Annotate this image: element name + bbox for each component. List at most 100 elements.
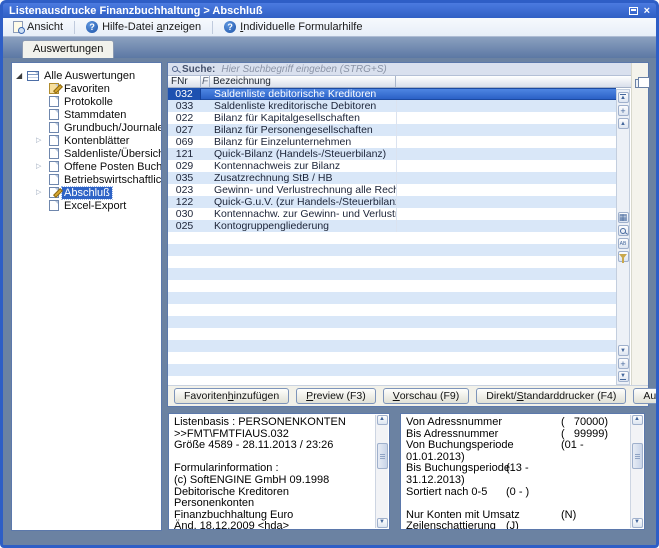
tree-item-protokolle[interactable]: Protokolle [12, 95, 161, 108]
tree-item-grundbuch-journale[interactable]: Grundbuch/Journale [12, 121, 161, 134]
tree-item-label-selected: Abschluß [62, 187, 112, 199]
tree-expand-icon[interactable]: ▷ [36, 162, 41, 170]
cell-fnr: 121 [168, 148, 201, 160]
cell-fnr: 030 [168, 208, 201, 220]
tree-item-label: Grundbuch/Journale [62, 122, 162, 134]
scroll-up-icon[interactable] [377, 415, 388, 425]
tree-item-label: Protokolle [62, 96, 115, 108]
scroll-up-icon[interactable] [618, 118, 629, 129]
tree-item-label: Excel-Export [62, 200, 128, 212]
column-header-empty [396, 76, 631, 87]
favorites-icon [49, 83, 59, 94]
report-tree-panel: ◢ Alle Auswertungen Favoriten Protokolle… [11, 62, 162, 531]
column-header-f[interactable]: F [201, 76, 210, 87]
tree-item-offene-posten-buchhaltung[interactable]: ▷ Offene Posten Buchhaltung [12, 160, 161, 173]
tree-item-alle-auswertungen[interactable]: ◢ Alle Auswertungen [12, 69, 161, 82]
info-line: Personenkonten [174, 498, 384, 510]
report-rows: 032 Saldenliste debitorische Kreditoren … [168, 88, 616, 385]
empty-rows-area [168, 232, 616, 385]
restore-window-icon[interactable] [629, 7, 638, 15]
ansicht-button[interactable]: Ansicht [7, 20, 69, 34]
scrollbar-thumb[interactable] [377, 443, 388, 469]
grid-scrollbar [616, 89, 630, 385]
tree-expand-icon[interactable]: ▷ [36, 188, 41, 196]
sort-alpha-icon[interactable] [618, 238, 629, 249]
table-row[interactable]: 069 Bilanz für Einzelunternehmen [168, 136, 616, 148]
tree-item-saldenliste-uebersicht[interactable]: Saldenliste/Übersicht [12, 147, 161, 160]
zoom-icon[interactable] [618, 225, 629, 236]
search-input[interactable] [219, 63, 489, 76]
favoriten-hinzufuegen-button[interactable]: Favoriten hinzufügen [174, 388, 289, 404]
document-edit-icon [49, 187, 59, 198]
auswertung-drucken-button[interactable]: Auswertung drucken [633, 388, 659, 404]
info-line: Listenbasis : PERSONENKONTEN [174, 417, 384, 429]
cell-bezeichnung: Saldenliste debitorische Kreditoren [210, 88, 396, 100]
table-row[interactable]: 033 Saldenliste kreditorische Debitoren [168, 100, 616, 112]
info-line: Änd. 18.12.2009 <hda> [174, 521, 384, 530]
parameter-info-panel: Von Adressnummer( 70000) Bis Adressnumme… [400, 413, 645, 530]
scroll-page-down-icon[interactable] [618, 358, 629, 369]
scroll-up-icon[interactable] [632, 415, 643, 425]
tree-collapse-icon[interactable]: ◢ [16, 71, 22, 80]
cell-bezeichnung: Zusatzrechnung StB / HB [210, 172, 396, 184]
table-row[interactable]: 027 Bilanz für Personengesellschaften [168, 124, 616, 136]
scroll-to-top-icon[interactable] [618, 92, 629, 103]
toolbar-separator [212, 21, 213, 34]
cell-bezeichnung: Kontennachw. zur Gewinn- und Verlustrech… [210, 208, 396, 220]
tree-item-abschluss[interactable]: ▷ Abschluß [12, 186, 161, 199]
hilfe-datei-label: Hilfe-Datei anzeigen [102, 21, 201, 33]
tree-item-label: Stammdaten [62, 109, 128, 121]
table-row[interactable]: 035 Zusatzrechnung StB / HB [168, 172, 616, 184]
column-chooser-icon[interactable] [635, 79, 645, 88]
document-icon [49, 148, 59, 159]
scrollbar-thumb[interactable] [632, 443, 643, 469]
close-window-icon[interactable]: × [644, 6, 650, 16]
tab-auswertungen[interactable]: Auswertungen [22, 40, 114, 58]
scroll-page-up-icon[interactable] [618, 105, 629, 116]
individuelle-formularhilfe-button[interactable]: Individuelle Formularhilfe [218, 20, 368, 34]
direkt-standarddrucker-button[interactable]: Direkt/Standarddrucker (F4) [476, 388, 626, 404]
table-row[interactable]: 030 Kontennachw. zur Gewinn- und Verlust… [168, 208, 616, 220]
filter-icon[interactable] [618, 251, 629, 262]
preview-button[interactable]: Preview (F3) [296, 388, 376, 404]
table-row[interactable]: 122 Quick-G.u.V. (zur Handels-/Steuerbil… [168, 196, 616, 208]
cell-bezeichnung: Gewinn- und Verlustrechnung alle Rechtsf… [210, 184, 396, 196]
hilfe-datei-anzeigen-button[interactable]: Hilfe-Datei anzeigen [80, 20, 207, 34]
scroll-down-icon[interactable] [377, 518, 388, 528]
cell-bezeichnung: Bilanz für Kapitalgesellschaften [210, 112, 396, 124]
info-left-scrollbar [375, 415, 388, 528]
app-window: Listenausdrucke Finanzbuchhaltung > Absc… [0, 0, 659, 548]
title-bar: Listenausdrucke Finanzbuchhaltung > Absc… [3, 3, 656, 18]
column-header-bezeichnung[interactable]: Bezeichnung [210, 76, 396, 87]
cell-fnr: 027 [168, 124, 201, 136]
tree-expand-icon[interactable]: ▷ [36, 136, 41, 144]
cell-fnr: 069 [168, 136, 201, 148]
toolbar-separator [74, 21, 75, 34]
document-icon [49, 174, 59, 185]
info-line: (c) SoftENGINE GmbH 09.1998 [174, 475, 384, 487]
cell-fnr: 122 [168, 196, 201, 208]
tree-item-kontenblaetter[interactable]: ▷ Kontenblätter [12, 134, 161, 147]
scroll-down-icon[interactable] [632, 518, 643, 528]
tree-item-favoriten[interactable]: Favoriten [12, 82, 161, 95]
column-header-fnr[interactable]: FNr [168, 76, 201, 87]
table-row[interactable]: 022 Bilanz für Kapitalgesellschaften [168, 112, 616, 124]
cell-bezeichnung: Saldenliste kreditorische Debitoren [210, 100, 396, 112]
scroll-down-icon[interactable] [618, 345, 629, 356]
document-icon [49, 109, 59, 120]
table-row[interactable]: 025 Kontogruppengliederung [168, 220, 616, 232]
tree-item-stammdaten[interactable]: Stammdaten [12, 108, 161, 121]
vorschau-button[interactable]: Vorschau (F9) [383, 388, 470, 404]
tree-item-excel-export[interactable]: Excel-Export [12, 199, 161, 212]
cell-fnr: 025 [168, 220, 201, 232]
table-row[interactable]: 029 Kontennachweis zur Bilanz [168, 160, 616, 172]
table-row[interactable]: 121 Quick-Bilanz (Handels-/Steuerbilanz) [168, 148, 616, 160]
table-header: FNr F Bezeichnung [168, 76, 631, 88]
table-row-selected[interactable]: 032 Saldenliste debitorische Kreditoren [168, 88, 616, 100]
table-row[interactable]: 023 Gewinn- und Verlustrechnung alle Rec… [168, 184, 616, 196]
view-grid-icon[interactable] [618, 212, 629, 223]
window-title: Listenausdrucke Finanzbuchhaltung > Absc… [9, 5, 629, 17]
scroll-to-bottom-icon[interactable] [618, 371, 629, 382]
report-list-panel: Suche: FNr F Bezeichnung 032 Saldenliste… [167, 62, 649, 407]
tree-item-betriebswirtschaftliche-auswertungen[interactable]: Betriebswirtschaftliche Auswertungen [12, 173, 161, 186]
